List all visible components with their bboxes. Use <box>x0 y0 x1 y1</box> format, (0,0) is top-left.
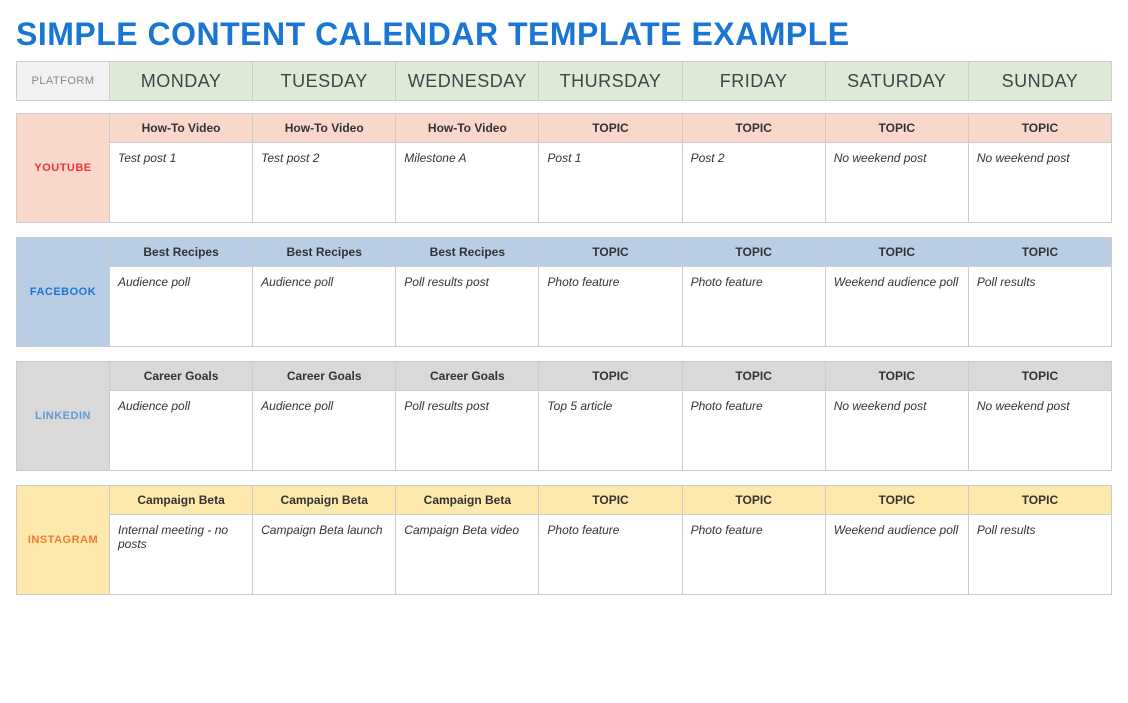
content-cell: Photo feature <box>683 391 826 471</box>
day-header: TUESDAY <box>253 61 396 101</box>
topic-cell: Best Recipes <box>253 237 396 267</box>
content-cell: Audience poll <box>110 267 253 347</box>
topic-cell: TOPIC <box>539 113 682 143</box>
topic-cell: TOPIC <box>826 485 969 515</box>
topic-cell: TOPIC <box>683 485 826 515</box>
content-cell: Photo feature <box>683 267 826 347</box>
platform-block-youtube: YOUTUBEHow-To VideoHow-To VideoHow-To Vi… <box>16 113 1112 223</box>
content-cell: Test post 1 <box>110 143 253 223</box>
content-cell: No weekend post <box>826 143 969 223</box>
topic-cell: TOPIC <box>969 361 1112 391</box>
content-cell: Weekend audience poll <box>826 267 969 347</box>
platform-block-linkedin: LINKEDINCareer GoalsCareer GoalsCareer G… <box>16 361 1112 471</box>
topic-cell: TOPIC <box>969 485 1112 515</box>
content-cell: Campaign Beta video <box>396 515 539 595</box>
topic-cell: Campaign Beta <box>110 485 253 515</box>
content-cell: Photo feature <box>683 515 826 595</box>
content-cell: Audience poll <box>110 391 253 471</box>
topic-cell: Best Recipes <box>396 237 539 267</box>
days-header-row: PLATFORM MONDAY TUESDAY WEDNESDAY THURSD… <box>16 61 1112 101</box>
topic-cell: TOPIC <box>969 237 1112 267</box>
platform-name: LINKEDIN <box>16 361 110 471</box>
content-cell: Poll results post <box>396 391 539 471</box>
platform-name: YOUTUBE <box>16 113 110 223</box>
topic-cell: Campaign Beta <box>253 485 396 515</box>
topic-cell: TOPIC <box>539 237 682 267</box>
day-header: MONDAY <box>110 61 253 101</box>
day-header: SATURDAY <box>826 61 969 101</box>
topic-cell: Career Goals <box>253 361 396 391</box>
content-cell: Photo feature <box>539 267 682 347</box>
topic-cell: TOPIC <box>826 113 969 143</box>
day-header: WEDNESDAY <box>396 61 539 101</box>
topic-cell: Career Goals <box>396 361 539 391</box>
content-cell: Post 2 <box>683 143 826 223</box>
platform-block-facebook: FACEBOOKBest RecipesBest RecipesBest Rec… <box>16 237 1112 347</box>
topic-cell: Best Recipes <box>110 237 253 267</box>
topic-cell: TOPIC <box>539 361 682 391</box>
topic-cell: TOPIC <box>826 361 969 391</box>
content-cell: Top 5 article <box>539 391 682 471</box>
content-cell: Milestone A <box>396 143 539 223</box>
platform-block-instagram: INSTAGRAMCampaign BetaCampaign BetaCampa… <box>16 485 1112 595</box>
content-cell: Photo feature <box>539 515 682 595</box>
platform-name: INSTAGRAM <box>16 485 110 595</box>
topic-cell: TOPIC <box>683 237 826 267</box>
day-header: SUNDAY <box>969 61 1112 101</box>
content-cell: Poll results <box>969 267 1112 347</box>
content-cell: Poll results <box>969 515 1112 595</box>
content-cell: Internal meeting - no posts <box>110 515 253 595</box>
content-cell: Audience poll <box>253 267 396 347</box>
platform-name: FACEBOOK <box>16 237 110 347</box>
content-cell: No weekend post <box>826 391 969 471</box>
topic-cell: TOPIC <box>683 361 826 391</box>
content-cell: Post 1 <box>539 143 682 223</box>
content-cell: Test post 2 <box>253 143 396 223</box>
topic-cell: TOPIC <box>539 485 682 515</box>
topic-cell: How-To Video <box>396 113 539 143</box>
platform-header-label: PLATFORM <box>16 61 110 101</box>
content-cell: No weekend post <box>969 143 1112 223</box>
topic-cell: TOPIC <box>969 113 1112 143</box>
topic-cell: How-To Video <box>253 113 396 143</box>
topic-cell: Career Goals <box>110 361 253 391</box>
topic-cell: TOPIC <box>683 113 826 143</box>
day-header: THURSDAY <box>539 61 682 101</box>
topic-cell: Campaign Beta <box>396 485 539 515</box>
content-cell: Weekend audience poll <box>826 515 969 595</box>
topic-cell: How-To Video <box>110 113 253 143</box>
topic-cell: TOPIC <box>826 237 969 267</box>
content-cell: Audience poll <box>253 391 396 471</box>
content-cell: Campaign Beta launch <box>253 515 396 595</box>
content-cell: Poll results post <box>396 267 539 347</box>
page-title: SIMPLE CONTENT CALENDAR TEMPLATE EXAMPLE <box>16 16 1112 53</box>
day-header: FRIDAY <box>683 61 826 101</box>
content-cell: No weekend post <box>969 391 1112 471</box>
